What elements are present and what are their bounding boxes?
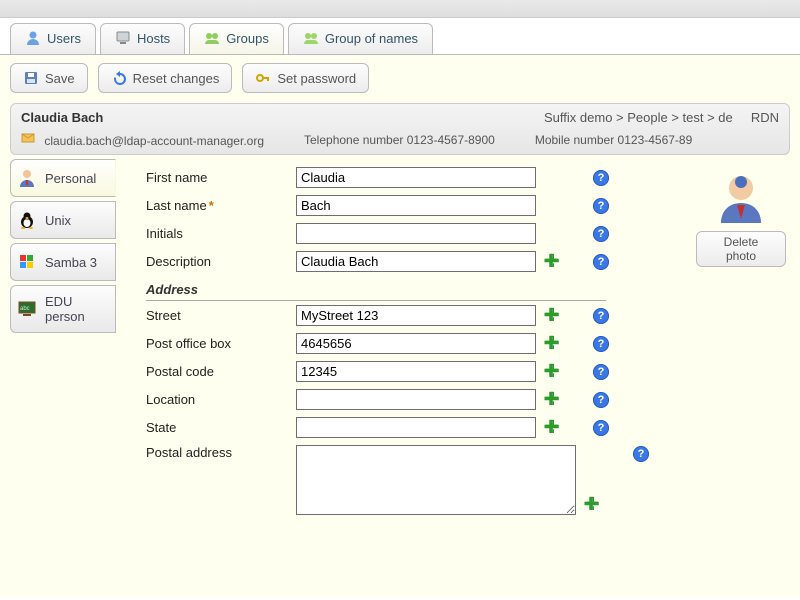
add-icon[interactable]: ✚ [543, 305, 558, 325]
tab-hosts[interactable]: Hosts [100, 23, 185, 54]
add-icon[interactable]: ✚ [543, 389, 558, 409]
person-avatar-icon [17, 168, 37, 188]
postal-code-label: Postal code [146, 364, 296, 379]
group-icon [204, 30, 220, 46]
mail-icon [21, 131, 35, 145]
button-label: Reset changes [133, 71, 220, 86]
postal-address-label: Postal address [146, 445, 296, 460]
profile-photo-placeholder [715, 171, 767, 223]
tab-groups[interactable]: Groups [189, 23, 284, 54]
initials-input[interactable] [296, 223, 536, 244]
description-input[interactable] [296, 251, 536, 272]
last-name-label: Last name [146, 198, 207, 213]
initials-label: Initials [146, 226, 296, 241]
description-label: Description [146, 254, 296, 269]
mobile-display: Mobile number 0123-4567-89 [535, 133, 692, 147]
entry-header: Claudia Bach Suffix demo > People > test… [10, 103, 790, 155]
help-icon[interactable]: ? [593, 336, 609, 352]
section-heading-address: Address [146, 282, 606, 301]
delete-photo-button[interactable]: Delete photo [696, 231, 786, 267]
help-icon[interactable]: ? [593, 392, 609, 408]
po-box-input[interactable] [296, 333, 536, 354]
location-input[interactable] [296, 389, 536, 410]
first-name-input[interactable] [296, 167, 536, 188]
last-name-input[interactable] [296, 195, 536, 216]
undo-icon [111, 70, 127, 86]
group-names-icon [303, 30, 319, 46]
street-label: Street [146, 308, 296, 323]
tab-group-of-names[interactable]: Group of names [288, 23, 433, 54]
windows-flag-icon [17, 252, 37, 272]
tab-users[interactable]: Users [10, 23, 96, 54]
state-input[interactable] [296, 417, 536, 438]
rdn-label: RDN [751, 110, 779, 125]
button-label: Save [45, 71, 75, 86]
photo-column: Delete photo [696, 171, 786, 522]
sidetab-label: Personal [45, 171, 96, 186]
postal-code-input[interactable] [296, 361, 536, 382]
set-password-button[interactable]: Set password [242, 63, 369, 93]
po-box-label: Post office box [146, 336, 296, 351]
help-icon[interactable]: ? [593, 420, 609, 436]
tab-label: Users [47, 31, 81, 46]
button-label: Delete photo [707, 235, 775, 263]
postal-address-textarea[interactable] [296, 445, 576, 515]
sidetab-personal[interactable]: Personal [10, 159, 116, 197]
host-icon [115, 30, 131, 46]
add-icon[interactable]: ✚ [543, 417, 558, 437]
add-icon[interactable]: ✚ [543, 251, 558, 271]
user-icon [25, 30, 41, 46]
svg-text:abc: abc [20, 306, 30, 312]
main-tabstrip: Users Hosts Groups Group of names [0, 18, 800, 55]
location-label: Location [146, 392, 296, 407]
tux-icon [17, 210, 37, 230]
entry-display-name: Claudia Bach [21, 110, 103, 125]
help-icon[interactable]: ? [593, 254, 609, 270]
first-name-label: First name [146, 170, 296, 185]
tab-label: Hosts [137, 31, 170, 46]
sidetab-label: EDU person [45, 294, 107, 324]
help-icon[interactable]: ? [633, 446, 649, 462]
sidetab-samba3[interactable]: Samba 3 [10, 243, 116, 281]
state-label: State [146, 420, 296, 435]
button-label: Set password [277, 71, 356, 86]
street-input[interactable] [296, 305, 536, 326]
suffix-breadcrumb: Suffix demo > People > test > de [544, 110, 733, 125]
key-icon [255, 70, 271, 86]
sidetab-label: Samba 3 [45, 255, 97, 270]
save-button[interactable]: Save [10, 63, 88, 93]
tab-label: Group of names [325, 31, 418, 46]
add-icon[interactable]: ✚ [543, 361, 558, 381]
telephone-display: Telephone number 0123-4567-8900 [304, 133, 495, 147]
sidetab-unix[interactable]: Unix [10, 201, 116, 239]
help-icon[interactable]: ? [593, 226, 609, 242]
tab-label: Groups [226, 31, 269, 46]
disk-icon [23, 70, 39, 86]
help-icon[interactable]: ? [593, 198, 609, 214]
help-icon[interactable]: ? [593, 308, 609, 324]
add-icon[interactable]: ✚ [583, 494, 598, 514]
sidetab-edu-person[interactable]: abc EDU person [10, 285, 116, 333]
sidetab-label: Unix [45, 213, 71, 228]
required-marker: * [209, 198, 214, 213]
window-top-bar [0, 0, 800, 18]
email-value: claudia.bach@ldap-account-manager.org [21, 131, 264, 148]
help-icon[interactable]: ? [593, 364, 609, 380]
reset-changes-button[interactable]: Reset changes [98, 63, 233, 93]
add-icon[interactable]: ✚ [543, 333, 558, 353]
chalkboard-icon: abc [17, 299, 37, 319]
help-icon[interactable]: ? [593, 170, 609, 186]
